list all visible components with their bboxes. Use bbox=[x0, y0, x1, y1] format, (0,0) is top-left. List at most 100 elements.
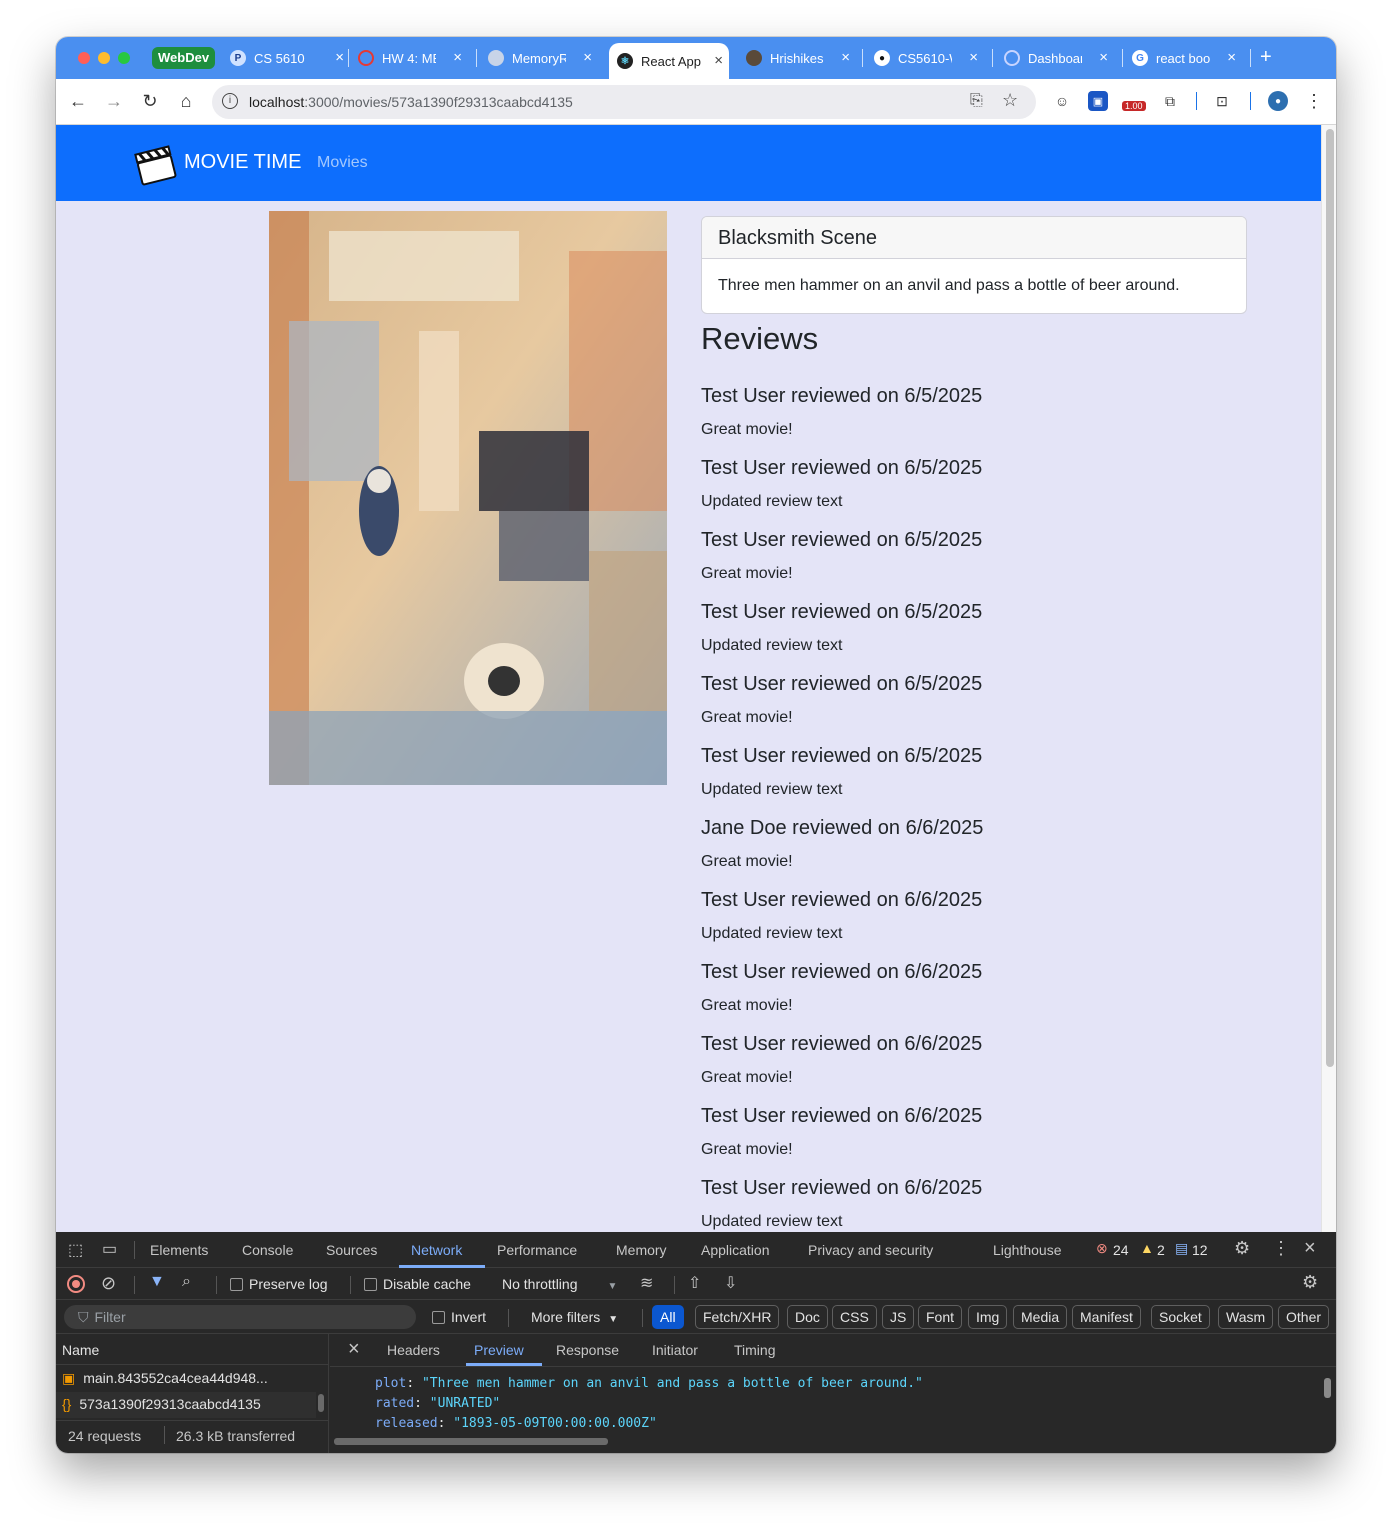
filter-funnel-icon[interactable]: ▼ bbox=[149, 1273, 165, 1291]
warning-count-icon[interactable]: ▲ bbox=[1140, 1240, 1154, 1256]
close-tab-icon[interactable]: × bbox=[969, 49, 978, 66]
more-filters-dropdown[interactable]: More filters ▼ bbox=[531, 1309, 618, 1325]
review-header: Test User reviewed on 6/5/2025 bbox=[701, 601, 983, 623]
devtools-tab-application[interactable]: Application bbox=[701, 1242, 770, 1258]
extension-face-icon[interactable]: ☺ bbox=[1052, 91, 1072, 111]
record-icon[interactable] bbox=[67, 1275, 85, 1293]
filter-chip-font[interactable]: Font bbox=[918, 1305, 963, 1329]
close-detail-icon[interactable]: × bbox=[348, 1338, 360, 1361]
tab-cs5610-w[interactable]: ● CS5610-W × bbox=[874, 45, 984, 71]
close-tab-icon[interactable]: × bbox=[453, 49, 462, 66]
nav-link-movies[interactable]: Movies bbox=[317, 154, 368, 172]
tab-group-label[interactable]: WebDev bbox=[152, 47, 216, 69]
throttling-select[interactable]: No throttling ▼ bbox=[502, 1276, 617, 1292]
devtools-tab-privacy[interactable]: Privacy and security bbox=[808, 1242, 933, 1258]
close-tab-icon[interactable]: × bbox=[1099, 49, 1108, 66]
address-bar[interactable]: i localhost:3000/movies/573a1390f29313ca… bbox=[212, 85, 1036, 119]
page-scrollbar[interactable] bbox=[1321, 125, 1336, 1232]
inspect-element-icon[interactable]: ⬚ bbox=[68, 1240, 83, 1260]
tab-cs5610[interactable]: P CS 5610 | × bbox=[230, 45, 350, 71]
devtools-tab-elements[interactable]: Elements bbox=[150, 1242, 208, 1258]
list-scrollbar[interactable] bbox=[318, 1394, 324, 1412]
devtools-settings-icon[interactable]: ⚙ bbox=[1234, 1238, 1250, 1259]
request-row[interactable]: {} 573a1390f29313caabcd4135 bbox=[62, 1396, 322, 1412]
device-toolbar-icon[interactable]: ▭ bbox=[102, 1239, 117, 1259]
profile-avatar-icon[interactable]: ● bbox=[1268, 91, 1288, 111]
filter-chip-css[interactable]: CSS bbox=[832, 1305, 877, 1329]
preview-horizontal-scrollbar[interactable] bbox=[334, 1438, 608, 1445]
extension-badge-icon[interactable]: 1.00 bbox=[1122, 91, 1148, 111]
devtools-tab-lighthouse[interactable]: Lighthouse bbox=[993, 1242, 1062, 1258]
filter-chip-js[interactable]: JS bbox=[882, 1305, 915, 1329]
devtools-tab-network[interactable]: Network bbox=[411, 1242, 462, 1258]
close-window-button[interactable] bbox=[78, 52, 90, 64]
filter-chip-img[interactable]: Img bbox=[968, 1305, 1008, 1329]
tab-search-icon[interactable]: ⊡ bbox=[1212, 91, 1232, 111]
detail-tab-response[interactable]: Response bbox=[556, 1342, 619, 1358]
bookmark-star-icon[interactable]: ☆ bbox=[1002, 90, 1018, 111]
devtools-close-icon[interactable]: × bbox=[1304, 1237, 1316, 1260]
site-info-icon[interactable]: i bbox=[222, 93, 238, 109]
devtools-menu-icon[interactable]: ⋮ bbox=[1272, 1238, 1290, 1259]
devtools-tab-memory[interactable]: Memory bbox=[616, 1242, 667, 1258]
disable-cache-checkbox[interactable]: Disable cache bbox=[364, 1276, 471, 1292]
scrollbar-thumb[interactable] bbox=[1326, 129, 1334, 1067]
network-settings-icon[interactable]: ⚙ bbox=[1302, 1272, 1318, 1293]
filter-chip-manifest[interactable]: Manifest bbox=[1072, 1305, 1141, 1329]
devtools-tab-console[interactable]: Console bbox=[242, 1242, 293, 1258]
devtools-tab-sources[interactable]: Sources bbox=[326, 1242, 377, 1258]
back-icon[interactable]: ← bbox=[66, 89, 90, 113]
install-app-icon[interactable]: ⎘ bbox=[970, 92, 983, 110]
filter-chip-doc[interactable]: Doc bbox=[787, 1305, 828, 1329]
export-har-icon[interactable]: ⇩ bbox=[724, 1273, 737, 1293]
clapperboard-icon[interactable] bbox=[132, 139, 180, 187]
forward-icon[interactable]: → bbox=[102, 89, 126, 113]
close-tab-icon[interactable]: × bbox=[714, 52, 723, 69]
filter-chip-other[interactable]: Other bbox=[1278, 1305, 1330, 1329]
zoom-window-button[interactable] bbox=[118, 52, 130, 64]
error-count-icon[interactable]: ⊗ bbox=[1096, 1240, 1108, 1257]
close-tab-icon[interactable]: × bbox=[1227, 49, 1236, 66]
review-text: Updated review text bbox=[701, 493, 843, 510]
network-conditions-icon[interactable]: ≋ bbox=[640, 1273, 653, 1293]
close-tab-icon[interactable]: × bbox=[335, 49, 344, 66]
close-tab-icon[interactable]: × bbox=[583, 49, 592, 66]
extension-shield-icon[interactable]: ▣ bbox=[1088, 91, 1108, 111]
new-tab-button[interactable]: + bbox=[1260, 46, 1272, 69]
reload-icon[interactable]: ↻ bbox=[138, 89, 162, 113]
filter-chip-media[interactable]: Media bbox=[1013, 1305, 1068, 1329]
filter-chip-fetch-xhr[interactable]: Fetch/XHR bbox=[695, 1305, 780, 1329]
message-count-icon[interactable]: ▤ bbox=[1175, 1240, 1188, 1257]
preserve-log-checkbox[interactable]: Preserve log bbox=[230, 1276, 328, 1292]
minimize-window-button[interactable] bbox=[98, 52, 110, 64]
tab-react-app[interactable]: ⚛ React App × bbox=[609, 43, 729, 79]
search-icon[interactable]: ⌕ bbox=[182, 1273, 191, 1291]
tab-react-boot[interactable]: G react boot × bbox=[1132, 45, 1242, 71]
filter-chip-wasm[interactable]: Wasm bbox=[1218, 1305, 1274, 1329]
menu-kebab-icon[interactable]: ⋮ bbox=[1304, 91, 1324, 111]
detail-tab-initiator[interactable]: Initiator bbox=[652, 1342, 698, 1358]
request-row[interactable]: ▣ main.843552ca4cea44d948... bbox=[62, 1370, 322, 1387]
clear-icon[interactable]: ⊘ bbox=[101, 1273, 116, 1294]
import-har-icon[interactable]: ⇧ bbox=[688, 1273, 701, 1293]
browser-window: WebDev P CS 5610 | × HW 4: ME × MemoryRe… bbox=[56, 37, 1336, 1453]
detail-tab-headers[interactable]: Headers bbox=[387, 1342, 440, 1358]
home-icon[interactable]: ⌂ bbox=[174, 89, 198, 113]
tab-dashboard[interactable]: Dashboard × bbox=[1004, 45, 1114, 71]
preview-vertical-scrollbar[interactable] bbox=[1324, 1378, 1331, 1398]
tab-memoryre[interactable]: MemoryRe × bbox=[488, 45, 598, 71]
extensions-puzzle-icon[interactable]: ⧉ bbox=[1160, 91, 1180, 111]
detail-tab-timing[interactable]: Timing bbox=[734, 1342, 776, 1358]
brand-title[interactable]: MOVIE TIME bbox=[184, 151, 301, 174]
filter-chip-all[interactable]: All bbox=[652, 1305, 684, 1329]
close-tab-icon[interactable]: × bbox=[841, 49, 850, 66]
pen-icon: P bbox=[230, 50, 246, 66]
filter-chip-socket[interactable]: Socket bbox=[1151, 1305, 1210, 1329]
tab-hrishikesh[interactable]: Hrishikesh × bbox=[746, 45, 856, 71]
name-column-header[interactable]: Name bbox=[62, 1342, 99, 1358]
detail-tab-preview[interactable]: Preview bbox=[474, 1342, 524, 1358]
filter-input[interactable]: ⛉ Filter bbox=[64, 1305, 416, 1329]
tab-hw4[interactable]: HW 4: ME × bbox=[358, 45, 468, 71]
devtools-tab-performance[interactable]: Performance bbox=[497, 1242, 577, 1258]
invert-checkbox[interactable]: Invert bbox=[432, 1309, 486, 1325]
